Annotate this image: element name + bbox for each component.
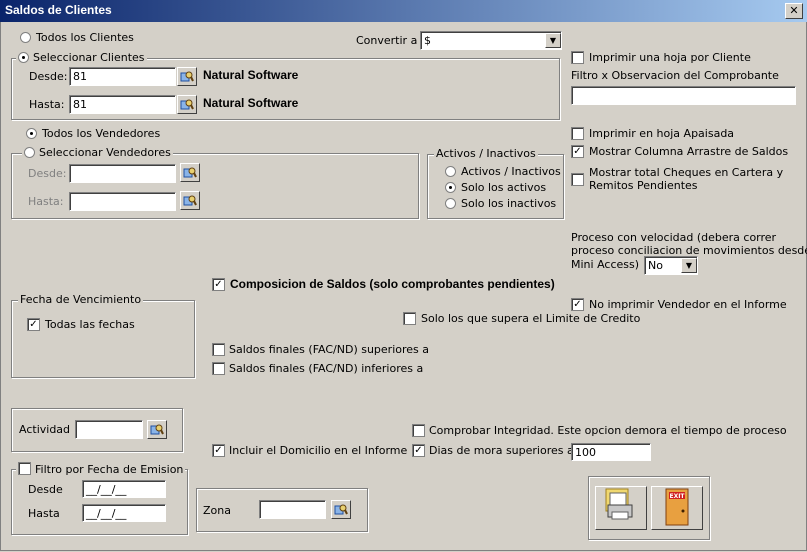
clientes-desde-input[interactable]: 81: [69, 67, 176, 86]
todas-fechas-label: Todas las fechas: [45, 318, 135, 331]
todos-clientes-label: Todos los Clientes: [36, 31, 134, 44]
vendedores-hasta-label: Hasta:: [28, 195, 64, 208]
solo-activos-radio[interactable]: [445, 182, 456, 193]
emision-checkbox[interactable]: [18, 462, 31, 475]
vendedores-desde-input[interactable]: [69, 164, 176, 183]
limite-label: Solo los que supera el Limite de Credito: [421, 312, 641, 325]
clientes-desde-label: Desde:: [29, 70, 68, 83]
imprimir-hoja-checkbox[interactable]: [571, 51, 584, 64]
todos-clientes-radio[interactable]: [20, 32, 31, 43]
saldos-inferiores-checkbox[interactable]: [212, 362, 225, 375]
mora-label: Dias de mora superiores a: [429, 444, 574, 457]
clientes-desde-name: Natural Software: [203, 68, 299, 82]
emision-hasta-input[interactable]: __/__/__: [82, 504, 166, 522]
activos-all-radio[interactable]: [445, 166, 456, 177]
convertir-select[interactable]: $: [420, 31, 562, 50]
printer-icon: [605, 488, 633, 520]
close-button[interactable]: ✕: [785, 3, 803, 19]
saldos-superiores-label: Saldos finales (FAC/ND) superiores a: [229, 343, 430, 356]
todos-vendedores-label: Todos los Vendedores: [42, 127, 161, 140]
filtro-obs-input[interactable]: [571, 86, 796, 105]
exit-button[interactable]: EXIT: [651, 486, 703, 530]
saldos-superiores-checkbox[interactable]: [212, 343, 225, 356]
lookup-icon: [334, 504, 348, 515]
convertir-dropdown-arrow-icon[interactable]: ▼: [545, 33, 561, 48]
actividad-search-button[interactable]: [147, 420, 167, 439]
apaisada-checkbox[interactable]: [571, 127, 584, 140]
mora-checkbox[interactable]: ✓: [412, 444, 425, 457]
lookup-icon: [150, 424, 164, 435]
clientes-hasta-search-button[interactable]: [177, 95, 197, 114]
domicilio-label: Incluir el Domicilio en el Informe: [229, 444, 408, 457]
seleccionar-vendedores-radio[interactable]: [24, 147, 35, 158]
domicilio-checkbox[interactable]: ✓: [212, 444, 225, 457]
zona-label: Zona: [203, 504, 231, 517]
mora-input[interactable]: 100: [571, 443, 651, 461]
exit-sign-text: EXIT: [669, 493, 685, 500]
todas-fechas-checkbox[interactable]: ✓: [27, 318, 40, 331]
arrastre-checkbox[interactable]: ✓: [571, 145, 584, 158]
solo-inactivos-radio[interactable]: [445, 198, 456, 209]
emision-legend: Filtro por Fecha de Emision: [16, 462, 186, 476]
activos-title: Activos / Inactivos: [434, 147, 538, 160]
proceso-label-line3: Mini Access): [571, 258, 640, 271]
vendedores-hasta-input[interactable]: [69, 192, 176, 211]
saldos-inferiores-label: Saldos finales (FAC/ND) inferiores a: [229, 362, 424, 375]
print-button[interactable]: [595, 486, 647, 530]
proceso-label-line1: Proceso con velocidad (debera correr: [571, 231, 777, 244]
proceso-dropdown-arrow-icon[interactable]: ▼: [681, 258, 697, 273]
cheques-checkbox[interactable]: [571, 173, 584, 186]
composicion-checkbox[interactable]: ✓: [212, 278, 225, 291]
activos-all-label: Activos / Inactivos: [461, 165, 561, 178]
vencimiento-group: [11, 300, 195, 378]
integridad-checkbox[interactable]: [412, 424, 425, 437]
imprimir-hoja-label: Imprimir una hoja por Cliente: [589, 51, 751, 64]
vencimiento-title: Fecha de Vencimiento: [18, 293, 144, 306]
emision-desde-input[interactable]: __/__/__: [82, 480, 166, 498]
vendedores-desde-label: Desde:: [28, 167, 67, 180]
limite-checkbox[interactable]: [403, 312, 416, 325]
filtro-obs-label: Filtro x Observacion del Comprobante: [571, 69, 779, 82]
lookup-icon: [180, 99, 194, 110]
cheques-label-line1: Mostrar total Cheques en Cartera y: [589, 166, 784, 179]
seleccionar-clientes-radio[interactable]: [18, 52, 29, 63]
clientes-hasta-input[interactable]: 81: [69, 95, 176, 114]
seleccionar-clientes-legend: Seleccionar Clientes: [16, 51, 147, 64]
title-bar: [0, 0, 807, 22]
apaisada-label: Imprimir en hoja Apaisada: [589, 127, 735, 140]
cheques-label-line2: Remitos Pendientes: [589, 179, 698, 192]
zona-input[interactable]: [259, 500, 326, 519]
integridad-label: Comprobar Integridad. Este opcion demora…: [429, 424, 787, 437]
solo-activos-label: Solo los activos: [461, 181, 547, 194]
vendedores-desde-search-button[interactable]: [180, 163, 200, 182]
lookup-icon: [183, 167, 197, 178]
composicion-label: Composicion de Saldos (solo comprobantes…: [230, 277, 555, 291]
no-vendedor-label: No imprimir Vendedor en el Informe: [589, 298, 787, 311]
convertir-label: Convertir a: [356, 34, 418, 47]
window-title: Saldos de Clientes: [5, 3, 112, 17]
clientes-hasta-name: Natural Software: [203, 96, 299, 110]
clientes-desde-search-button[interactable]: [177, 67, 197, 86]
seleccionar-clientes-label: Seleccionar Clientes: [33, 51, 145, 64]
todos-vendedores-radio[interactable]: [26, 128, 37, 139]
no-vendedor-checkbox[interactable]: ✓: [571, 298, 584, 311]
lookup-icon: [183, 195, 197, 206]
emision-desde-label: Desde: [28, 483, 63, 496]
arrastre-label: Mostrar Columna Arrastre de Saldos: [589, 145, 789, 158]
clientes-hasta-label: Hasta:: [29, 98, 65, 111]
seleccionar-vendedores-legend: Seleccionar Vendedores: [22, 146, 173, 159]
solo-inactivos-label: Solo los inactivos: [461, 197, 557, 210]
exit-door-icon: EXIT: [665, 488, 689, 526]
vendedores-hasta-search-button[interactable]: [180, 191, 200, 210]
emision-hasta-label: Hasta: [28, 507, 60, 520]
actividad-input[interactable]: [75, 420, 143, 439]
emision-group: [11, 469, 188, 535]
lookup-icon: [180, 71, 194, 82]
actividad-label: Actividad: [19, 423, 71, 436]
emision-title: Filtro por Fecha de Emision: [35, 463, 184, 476]
seleccionar-vendedores-label: Seleccionar Vendedores: [39, 146, 171, 159]
zona-search-button[interactable]: [331, 500, 351, 519]
